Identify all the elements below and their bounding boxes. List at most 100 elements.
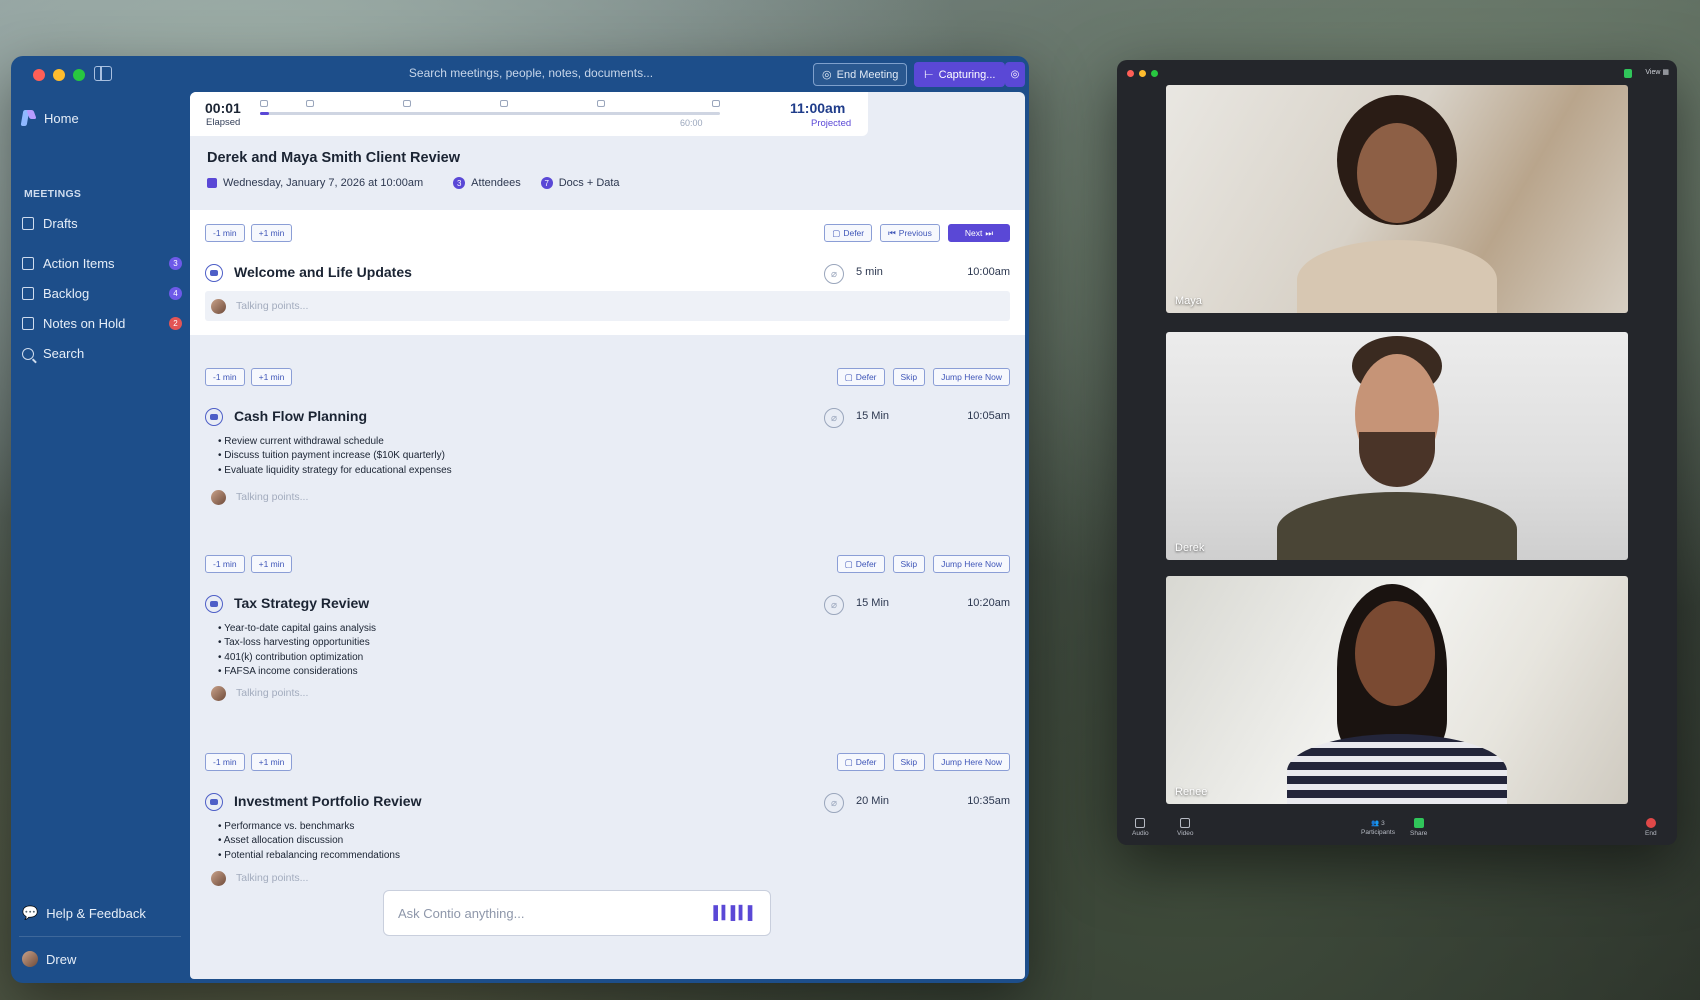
minus-minute-button[interactable]: -1 min (205, 224, 245, 242)
time-adjust-controls: -1 min +1 min (205, 368, 293, 386)
time-adjust-controls: -1 min +1 min (205, 753, 293, 771)
participants-count: 3 (1381, 819, 1385, 827)
agenda-start-time: 10:35am (967, 795, 1010, 807)
share-button[interactable]: Share (1410, 817, 1427, 837)
end-meeting-button[interactable]: ◎ End Meeting (813, 63, 908, 86)
attachment-icon[interactable]: ⌀ (824, 408, 844, 428)
minimize-window-button[interactable] (1139, 70, 1146, 77)
docs-count-badge[interactable]: 7 (540, 177, 553, 189)
close-window-button[interactable] (1127, 70, 1134, 77)
ask-placeholder: Ask Contio anything... (398, 905, 525, 921)
agenda-marker-icon[interactable] (306, 100, 314, 107)
agenda-marker-icon[interactable] (500, 100, 508, 107)
backlog-icon (22, 287, 34, 300)
agenda-marker-icon[interactable] (403, 100, 411, 107)
talking-points-input[interactable]: Talking points... (205, 678, 1010, 708)
user-profile[interactable]: Drew (22, 951, 76, 967)
sidebar-item-backlog[interactable]: Backlog 4 (22, 286, 182, 301)
end-label: End (1645, 829, 1657, 837)
jump-here-now-button[interactable]: Jump Here Now (933, 368, 1010, 386)
microphone-icon (1135, 817, 1146, 828)
list-item: Evaluate liquidity strategy for educatio… (218, 464, 451, 478)
participant-name: Maya (1175, 295, 1202, 307)
sidebar-item-label: Action Items (43, 256, 115, 271)
defer-button[interactable]: ▢ Defer (836, 753, 885, 771)
capturing-label: Capturing... (938, 68, 996, 81)
capture-options-button[interactable]: ◎ (1005, 62, 1025, 87)
skip-button[interactable]: Skip (892, 555, 926, 573)
sidebar-item-action-items[interactable]: Action Items 3 (22, 256, 182, 271)
docs-data-link[interactable]: Docs + Data (559, 177, 620, 189)
agenda-marker-icon[interactable] (712, 100, 720, 107)
close-window-button[interactable] (33, 69, 45, 81)
agenda-nav-controls: ▢ Defer Skip Jump Here Now (836, 555, 1010, 573)
plus-minute-button[interactable]: +1 min (250, 753, 293, 771)
skip-button[interactable]: Skip (892, 753, 926, 771)
voice-waveform-icon[interactable]: ▌▍▌▍▌ (713, 905, 757, 921)
defer-label: Defer (843, 228, 865, 238)
jump-here-now-button[interactable]: Jump Here Now (933, 555, 1010, 573)
stop-circle-icon: ◎ (822, 69, 832, 81)
participants-button[interactable]: 👥 3 Participants (1361, 819, 1395, 836)
attachment-icon[interactable]: ⌀ (824, 793, 844, 813)
agenda-marker-icon[interactable] (597, 100, 605, 107)
note-icon (22, 317, 34, 330)
audio-button[interactable]: Audio (1132, 817, 1149, 837)
sidebar-toggle-icon[interactable] (94, 66, 112, 81)
sidebar: Home MEETINGS Drafts Action Items 3 Back… (11, 92, 189, 983)
count-badge: 4 (169, 287, 182, 300)
talking-points-input[interactable]: Talking points... (205, 863, 1010, 893)
global-search-input[interactable]: Search meetings, people, notes, document… (311, 66, 751, 80)
agenda-bullet-list: Review current withdrawal schedule Discu… (218, 435, 451, 478)
sidebar-item-label: Notes on Hold (43, 316, 126, 331)
sidebar-item-search[interactable]: Search (22, 346, 182, 361)
minus-minute-button[interactable]: -1 min (205, 368, 245, 386)
attendees-link[interactable]: Attendees (471, 177, 521, 189)
sidebar-item-home[interactable]: Home (22, 110, 79, 126)
timeline-progress (260, 112, 270, 115)
settings-circle-icon: ◎ (1010, 69, 1020, 80)
share-screen-icon (1413, 817, 1424, 828)
minimize-window-button[interactable] (53, 69, 65, 81)
ask-contio-input[interactable]: Ask Contio anything... ▌▍▌▍▌ (383, 890, 771, 936)
talking-points-input[interactable]: Talking points... (205, 291, 1010, 321)
end-call-button[interactable]: End (1645, 817, 1657, 837)
jump-here-now-button[interactable]: Jump Here Now (933, 753, 1010, 771)
participant-video-tile[interactable]: Renee (1166, 576, 1628, 804)
participant-video-tile[interactable]: Derek (1166, 332, 1628, 560)
attachment-icon[interactable]: ⌀ (824, 595, 844, 615)
agenda-item: -1 min +1 min ▢ Defer Skip Jump Here Now … (190, 739, 1025, 909)
plus-minute-button[interactable]: +1 min (250, 368, 293, 386)
minus-minute-button[interactable]: -1 min (205, 753, 245, 771)
sidebar-item-notes-on-hold[interactable]: Notes on Hold 2 (22, 316, 182, 331)
time-adjust-controls: -1 min +1 min (205, 555, 293, 573)
skip-button[interactable]: Skip (892, 368, 926, 386)
help-feedback-link[interactable]: 💬 Help & Feedback (22, 905, 146, 921)
minus-minute-button[interactable]: -1 min (205, 555, 245, 573)
list-item: Asset allocation discussion (218, 834, 400, 848)
contio-app-window: Search meetings, people, notes, document… (11, 56, 1029, 983)
agenda-marker-icon[interactable] (260, 100, 268, 107)
defer-button[interactable]: ▢ Defer (836, 368, 885, 386)
agenda-bullet-list: Year-to-date capital gains analysis Tax-… (218, 622, 376, 680)
plus-minute-button[interactable]: +1 min (250, 224, 293, 242)
maximize-window-button[interactable] (1151, 70, 1158, 77)
video-button[interactable]: Video (1177, 817, 1194, 837)
capturing-button[interactable]: ⊢ Capturing... (914, 62, 1006, 87)
participant-video-tile[interactable]: Maya (1166, 85, 1628, 313)
attachment-icon[interactable]: ⌀ (824, 264, 844, 284)
defer-button[interactable]: ▢ Defer (824, 224, 873, 242)
plus-minute-button[interactable]: +1 min (250, 555, 293, 573)
projected-end-time: 11:00am (790, 100, 846, 116)
agenda-bullet-list: Performance vs. benchmarks Asset allocat… (218, 820, 400, 863)
sidebar-item-drafts[interactable]: Drafts (22, 216, 182, 231)
view-button[interactable]: View ▦ (1645, 68, 1669, 76)
next-button[interactable]: Next ⏭ (947, 224, 1010, 242)
attendees-count-badge[interactable]: 3 (453, 177, 466, 189)
meeting-timer: 00:01 Elapsed 60:00 11:00am Projected (190, 92, 868, 136)
defer-button[interactable]: ▢ Defer (836, 555, 885, 573)
next-icon: ⏭ (985, 227, 993, 238)
maximize-window-button[interactable] (73, 69, 85, 81)
talking-points-input[interactable]: Talking points... (205, 482, 1010, 512)
previous-button[interactable]: ⏮ Previous (880, 224, 940, 242)
